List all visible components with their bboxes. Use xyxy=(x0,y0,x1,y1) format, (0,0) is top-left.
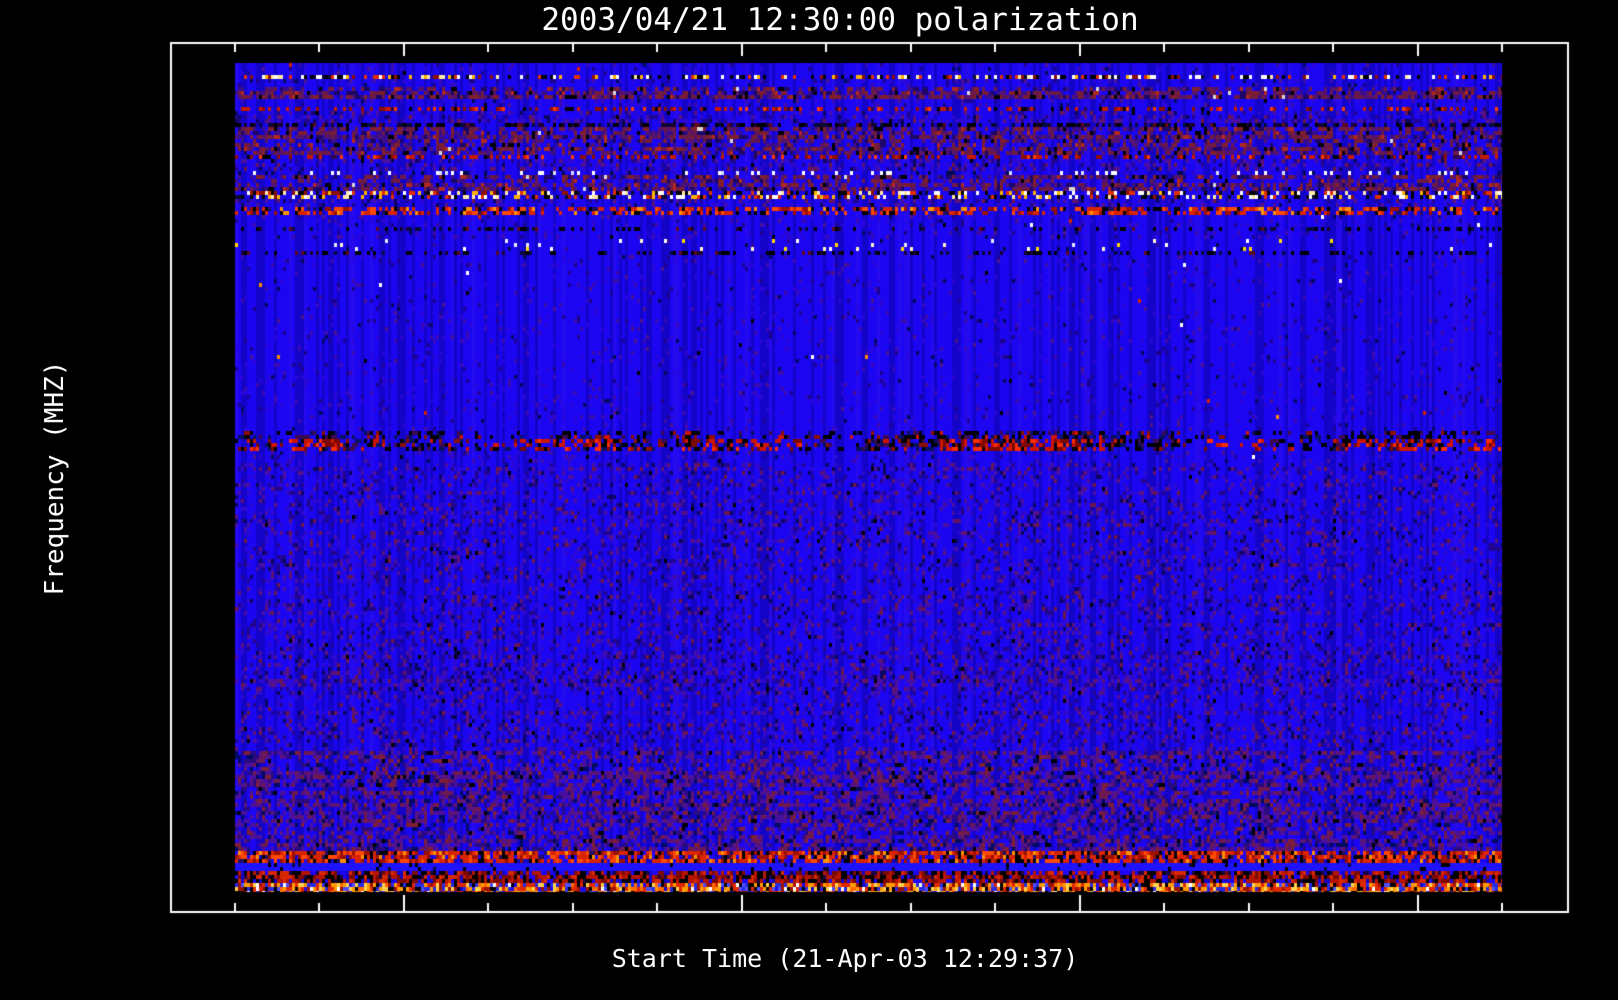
spectrogram-page: { "chart_data": { "type": "heatmap", "ti… xyxy=(0,0,1618,1000)
spectrogram-canvas xyxy=(0,0,1618,1000)
chart-title: 2003/04/21 12:30:00 polarization xyxy=(541,2,1139,38)
y-axis-label: Frequency (MHZ) xyxy=(40,360,70,596)
x-axis-label: Start Time (21-Apr-03 12:29:37) xyxy=(611,944,1079,973)
